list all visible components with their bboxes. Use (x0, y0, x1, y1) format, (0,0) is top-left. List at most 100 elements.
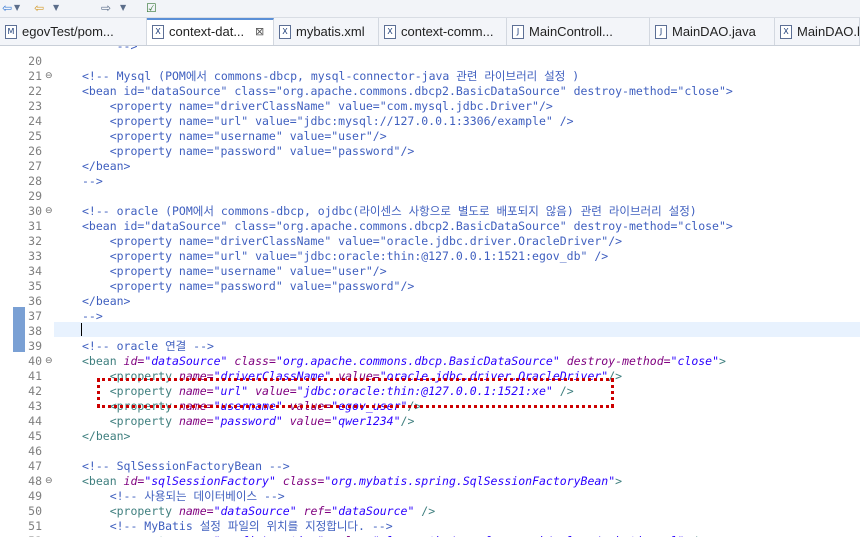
code-line: <bean id="dataSource" class="org.apache.… (82, 84, 733, 99)
code-token: "org.apache.commons.dbcp.BasicDataSource… (275, 354, 560, 368)
tab-label: MainDAO.h (797, 24, 860, 39)
code-line: <property name="driverClassName" value="… (82, 234, 622, 249)
code-line: <property name="dataSource" ref="dataSou… (82, 504, 435, 519)
code-token: <property name="username" value="user"/> (82, 129, 387, 143)
code-token: <property name="password" value="passwor… (82, 144, 415, 158)
code-token: <property name="password" value="passwor… (82, 279, 415, 293)
line-number: 46 (28, 444, 42, 458)
code-token: /> (414, 504, 436, 518)
code-line: <property name="url" value="jdbc:oracle:… (82, 249, 609, 264)
line-number: 24 (28, 114, 42, 128)
code-token: <!-- MyBatis 설정 파일의 위치를 지정합니다. --> (82, 519, 393, 533)
line-number: 45 (28, 429, 42, 443)
tab-2[interactable]: Xmybatis.xml (274, 18, 379, 45)
code-line: <!-- Mysql (POM에서 commons-dbcp, mysql-co… (82, 69, 579, 84)
dropdown-icon[interactable]: ▼ (14, 1, 20, 15)
forward-icon[interactable]: ⇨ (101, 1, 111, 15)
file-icon: J (512, 25, 524, 39)
code-token: ref= (296, 504, 332, 518)
fold-icon[interactable]: ⊖ (45, 69, 53, 84)
back-icon[interactable]: ⇦ (34, 1, 44, 15)
line-number: 48 (28, 474, 42, 488)
tab-label: mybatis.xml (296, 24, 365, 39)
line-number: 32 (28, 234, 42, 248)
line-number: 35 (28, 279, 42, 293)
tab-5[interactable]: J MainDAO.java (650, 18, 775, 45)
dropdown-icon[interactable]: ▼ (120, 1, 126, 15)
tab-label: context-comm... (401, 24, 494, 39)
new-window-icon[interactable]: ☑ (146, 1, 157, 15)
code-line: <property name="username" value="user"/> (82, 264, 387, 279)
code-line: </bean> (82, 429, 130, 444)
line-number: 33 (28, 249, 42, 263)
code-token: <property name="url" value="jdbc:mysql:/… (82, 114, 574, 128)
code-token: id= (123, 474, 145, 488)
code-token: name= (178, 414, 214, 428)
code-token: > (719, 354, 726, 368)
code-token: "password" (213, 414, 283, 428)
tab-label: MainControll... (529, 24, 613, 39)
code-token: /> (400, 414, 415, 428)
code-token: destroy-method= (559, 354, 671, 368)
annotation-highlight-box (97, 378, 614, 408)
dropdown-icon[interactable]: ▼ (53, 1, 59, 15)
code-line: <property name="password" value="passwor… (82, 144, 415, 159)
line-number: 36 (28, 294, 42, 308)
tab-4[interactable]: J MainControll... (507, 18, 650, 45)
code-line: <!-- MyBatis 설정 파일의 위치를 지정합니다. --> (82, 519, 393, 534)
code-token: <bean (82, 354, 124, 368)
code-token: --> (82, 46, 138, 53)
line-number: 25 (28, 129, 42, 143)
code-token: "org.mybatis.spring.SqlSessionFactoryBea… (324, 474, 616, 488)
code-token: <property name="driverClassName" value="… (82, 99, 553, 113)
line-number: 51 (28, 519, 42, 533)
code-line: <bean id="sqlSessionFactory" class="org.… (82, 474, 622, 489)
code-token: <!-- oracle (POM에서 commons-dbcp, ojdbc(라… (82, 204, 697, 218)
line-number: 34 (28, 264, 42, 278)
tab-label: MainDAO.java (672, 24, 756, 39)
code-line: </bean> (82, 294, 130, 309)
line-number: 29 (28, 189, 42, 203)
line-number: 44 (28, 414, 42, 428)
fold-icon[interactable]: ⊖ (45, 474, 53, 489)
nav-back-arrow-icon[interactable]: ⇦ (2, 1, 12, 15)
tab-6[interactable]: X MainDAO.h (775, 18, 860, 45)
code-token: "qwer1234" (331, 414, 401, 428)
code-token: <bean id="dataSource" class="org.apache.… (82, 219, 733, 233)
file-icon: M (5, 25, 17, 39)
toolbar: ⇦ ▼ ⇦ ▼ ⇨ ▼ ☑ (0, 0, 860, 18)
code-token: </bean> (82, 429, 131, 443)
code-line: <property name="password" value="qwer123… (82, 414, 415, 429)
code-token: > (615, 474, 623, 488)
tab-0[interactable]: MegovTest/pom... (0, 18, 147, 45)
code-token: </bean> (82, 159, 131, 173)
code-token: <!-- oracle 연결 --> (82, 339, 214, 353)
line-number: 41 (28, 369, 42, 383)
code-line: <property name="password" value="passwor… (82, 279, 415, 294)
line-number: 39 (28, 339, 42, 353)
line-number: 21 (28, 69, 42, 83)
code-line: <bean id="dataSource" class="org.apache.… (82, 219, 733, 234)
code-token: <!-- Mysql (POM에서 commons-dbcp, mysql-co… (82, 69, 580, 83)
code-token: <property (82, 504, 179, 518)
code-line: <property name="url" value="jdbc:mysql:/… (82, 114, 574, 129)
line-number: 31 (28, 219, 42, 233)
code-editor[interactable]: --> 20 21 ⊖ <!-- Mysql (POM에서 commons-dbcp, … (0, 46, 860, 537)
line-number: 37 (28, 309, 42, 323)
close-icon[interactable]: ⊠ (255, 20, 264, 44)
code-token: <bean (82, 474, 124, 488)
line-number: 42 (28, 384, 42, 398)
code-token: name= (178, 504, 214, 518)
line-number: 50 (28, 504, 42, 518)
fold-icon[interactable]: ⊖ (45, 204, 53, 219)
code-token: id= (123, 354, 145, 368)
tab-1[interactable]: Xcontext-dat... ⊠ (147, 18, 274, 45)
code-line: --> (82, 46, 138, 54)
fold-icon[interactable]: ⊖ (45, 354, 53, 369)
code-line: <bean id="dataSource" class="org.apache.… (82, 354, 726, 369)
code-token: "dataSource" (213, 504, 297, 518)
text-cursor (81, 323, 82, 336)
tab-3[interactable]: Xcontext-comm... (379, 18, 507, 45)
file-icon: X (152, 25, 164, 39)
editor-tab-bar: MegovTest/pom... Xcontext-dat... ⊠ Xmybatis… (0, 18, 860, 46)
